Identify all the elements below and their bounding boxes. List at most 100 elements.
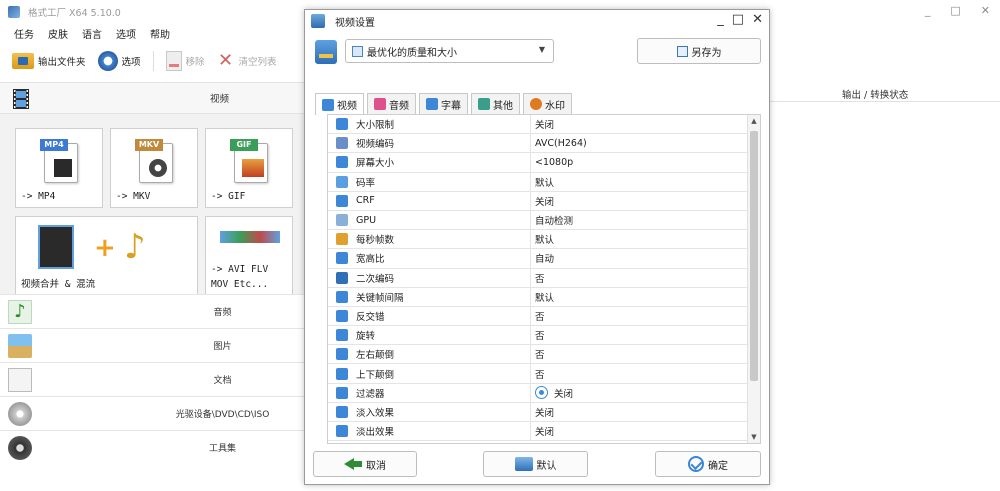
menu-language[interactable]: 语言 (82, 26, 102, 41)
format-tile-mkv[interactable]: MKV -> MKV (110, 128, 198, 208)
watermark-tab-icon (530, 98, 542, 110)
settings-row[interactable]: 二次编码 否 (328, 268, 748, 288)
cancel-button[interactable]: 取消 (313, 451, 417, 477)
output-folder-button[interactable]: 输出文件夹 (12, 53, 86, 69)
dialog-titlebar: 视频设置 _ □ ✕ (305, 10, 769, 32)
preset-dropdown[interactable]: 最优化的质量和大小 ▼ (345, 39, 554, 63)
output-status-header[interactable]: 输出 / 转换状态 (770, 82, 1000, 102)
merge-label: 视频合并 & 混流 (21, 279, 96, 290)
settings-row[interactable]: 旋转 否 (328, 326, 748, 346)
maximize-icon[interactable]: □ (950, 4, 960, 17)
mp4-tag: MP4 (40, 139, 68, 151)
scroll-up-icon[interactable]: ▲ (748, 115, 760, 127)
minimize-icon[interactable]: _ (925, 4, 931, 17)
format-tile-gif[interactable]: GIF -> GIF (205, 128, 293, 208)
setting-value-cell[interactable]: 默认 (531, 288, 748, 306)
setting-value-cell[interactable]: 关闭 (531, 422, 748, 440)
tab-subtitle[interactable]: 字幕 (419, 93, 468, 114)
save-as-button[interactable]: 另存为 (637, 38, 761, 64)
preset-value: 最优化的质量和大小 (367, 47, 457, 59)
clear-list-label: 清空列表 (238, 57, 277, 68)
setting-value-cell[interactable]: 关闭 (531, 115, 748, 133)
setting-icon (336, 348, 348, 361)
category-document[interactable]: 文档 (0, 362, 305, 396)
settings-row[interactable]: 左右颠倒 否 (328, 345, 748, 365)
settings-row[interactable]: 反交错 否 (328, 306, 748, 327)
ok-label: 确定 (708, 460, 728, 472)
settings-row[interactable]: 屏幕大小 <1080p (328, 153, 748, 173)
setting-icon (336, 405, 348, 418)
settings-row[interactable]: 上下颠倒 否 (328, 364, 748, 384)
dialog-maximize-icon[interactable]: □ (732, 12, 744, 27)
dialog-close-icon[interactable]: ✕ (752, 12, 763, 27)
settings-row[interactable]: 视频编码 AVC(H264) (328, 134, 748, 154)
category-video[interactable]: 视频 (0, 82, 305, 114)
options-button[interactable]: 选项 (97, 51, 141, 71)
format-tile-merge[interactable]: + ♪ 视频合并 & 混流 (15, 216, 198, 294)
settings-row[interactable]: GPU 自动检测 (328, 210, 748, 231)
ok-button[interactable]: 确定 (655, 451, 761, 477)
menu-options[interactable]: 选项 (116, 26, 136, 41)
settings-row[interactable]: 大小限制 关闭 (328, 115, 748, 135)
setting-icon (336, 175, 348, 188)
menu-help[interactable]: 帮助 (150, 26, 170, 41)
chevron-down-icon: ▼ (538, 45, 545, 54)
format-tile-mp4[interactable]: MP4 -> MP4 (15, 128, 103, 208)
settings-row[interactable]: 过滤器 关闭 (328, 383, 748, 403)
setting-value-cell[interactable]: 自动 (531, 249, 748, 267)
settings-row[interactable]: 宽高比 自动 (328, 249, 748, 269)
setting-value-cell[interactable]: 否 (531, 345, 748, 363)
category-disc[interactable]: 光驱设备\DVD\CD\ISO (0, 396, 305, 430)
category-toolbox[interactable]: 工具集 (0, 430, 305, 464)
subtitle-tab-icon (426, 98, 438, 110)
settings-property-grid: 大小限制 关闭 视频编码 AVC(H264) 屏幕大小 <1080p 码率 默认 CRF 关闭 GP… (327, 114, 761, 444)
setting-value: 否 (535, 350, 545, 362)
setting-value-cell[interactable]: 关闭 (531, 192, 748, 210)
clear-list-button[interactable]: ✕ 清空列表 (217, 52, 277, 70)
setting-value-cell[interactable]: 否 (531, 326, 748, 344)
tab-watermark[interactable]: 水印 (523, 93, 572, 114)
video-format-grid: MP4 -> MP4 MKV -> MKV GIF -> GIF + ♪ 视频合 (0, 114, 305, 294)
scroll-down-icon[interactable]: ▼ (748, 431, 760, 443)
setting-name: 淡入效果 (356, 407, 395, 419)
scroll-thumb[interactable] (750, 131, 758, 381)
gif-tag: GIF (230, 139, 258, 151)
setting-value-cell[interactable]: 默认 (531, 230, 748, 248)
setting-value-cell[interactable]: <1080p (531, 153, 748, 171)
menu-skin[interactable]: 皮肤 (48, 26, 68, 41)
setting-value-cell[interactable]: 自动检测 (531, 211, 748, 229)
tab-audio[interactable]: 音频 (367, 93, 416, 114)
dialog-minimize-icon[interactable]: _ (717, 12, 724, 27)
settings-row[interactable]: 关键帧间隔 默认 (328, 287, 748, 307)
close-icon[interactable]: ✕ (981, 4, 990, 17)
tab-other[interactable]: 其他 (471, 93, 520, 114)
setting-name-cell: 视频编码 (328, 134, 531, 153)
category-picture[interactable]: 图片 (0, 328, 305, 362)
setting-value-cell[interactable]: AVC(H264) (531, 134, 748, 152)
settings-row[interactable]: 淡出效果 关闭 (328, 422, 748, 442)
merge-plus-icon: + (94, 233, 116, 263)
format-tile-other[interactable]: -> AVI FLV MOV Etc... (205, 216, 293, 294)
setting-name: 屏幕大小 (356, 158, 395, 170)
settings-row[interactable]: 码率 默认 (328, 172, 748, 192)
settings-tabs: 视频 音频 字幕 其他 水印 (315, 93, 572, 115)
default-button[interactable]: 默认 (483, 451, 588, 477)
settings-scrollbar[interactable]: ▲ ▼ (747, 115, 760, 443)
category-audio[interactable]: ♪ 音频 (0, 294, 305, 328)
settings-row[interactable]: CRF 关闭 (328, 191, 748, 211)
setting-icon (336, 156, 348, 169)
settings-row[interactable]: 淡入效果 关闭 (328, 402, 748, 422)
menu-task[interactable]: 任务 (14, 26, 34, 41)
setting-value-cell[interactable]: 否 (531, 269, 748, 287)
setting-value-cell[interactable]: 默认 (531, 173, 748, 191)
settings-row[interactable]: 每秒帧数 默认 (328, 230, 748, 250)
setting-name: 上下颠倒 (356, 369, 395, 381)
setting-name: 左右颠倒 (356, 350, 395, 362)
setting-value-cell[interactable]: 关闭 (531, 384, 748, 402)
setting-value-cell[interactable]: 否 (531, 364, 748, 382)
setting-value-cell[interactable]: 关闭 (531, 403, 748, 421)
settings-rows: 大小限制 关闭 视频编码 AVC(H264) 屏幕大小 <1080p 码率 默认 CRF 关闭 GP… (328, 115, 748, 442)
remove-button[interactable]: 移除 (165, 51, 205, 71)
tab-video[interactable]: 视频 (315, 93, 364, 115)
setting-value-cell[interactable]: 否 (531, 307, 748, 325)
